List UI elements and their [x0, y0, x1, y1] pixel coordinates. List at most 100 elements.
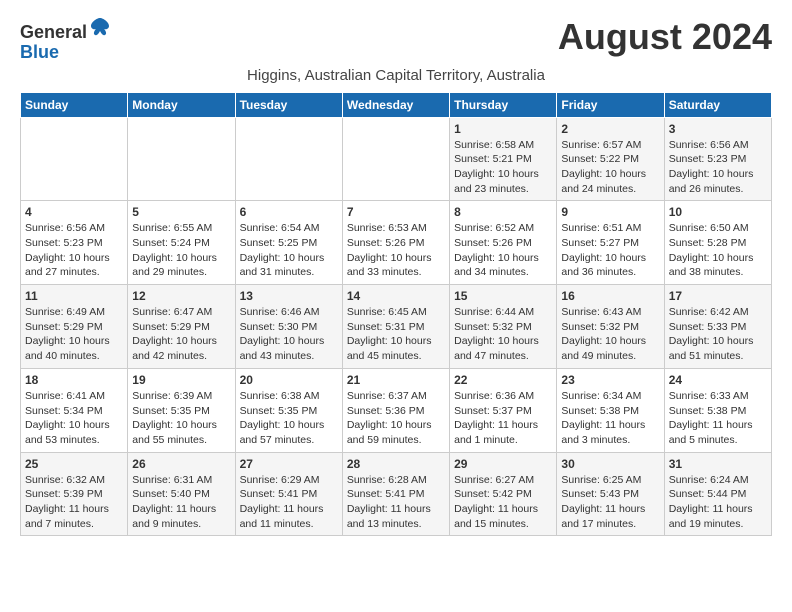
logo: General Blue [20, 16, 111, 63]
calendar-cell: 13 Sunrise: 6:46 AM Sunset: 5:30 PM Dayli… [235, 285, 342, 369]
day-number: 20 [240, 373, 338, 387]
day-info: Sunrise: 6:38 AM Sunset: 5:35 PM Dayligh… [240, 389, 338, 448]
calendar-cell: 7 Sunrise: 6:53 AM Sunset: 5:26 PM Daylig… [342, 201, 449, 285]
column-header-wednesday: Wednesday [342, 92, 449, 117]
calendar-cell: 22 Sunrise: 6:36 AM Sunset: 5:37 PM Dayli… [450, 368, 557, 452]
day-number: 31 [669, 457, 767, 471]
day-info: Sunrise: 6:43 AM Sunset: 5:32 PM Dayligh… [561, 305, 659, 364]
calendar-cell: 21 Sunrise: 6:37 AM Sunset: 5:36 PM Dayli… [342, 368, 449, 452]
calendar-week-1: 1 Sunrise: 6:58 AM Sunset: 5:21 PM Daylig… [21, 117, 772, 201]
day-info: Sunrise: 6:33 AM Sunset: 5:38 PM Dayligh… [669, 389, 767, 448]
calendar-cell: 25Sunrise: 6:32 AM Sunset: 5:39 PM Dayli… [21, 452, 128, 536]
day-info: Sunrise: 6:49 AM Sunset: 5:29 PM Dayligh… [25, 305, 123, 364]
calendar-cell: 9 Sunrise: 6:51 AM Sunset: 5:27 PM Daylig… [557, 201, 664, 285]
day-number: 11 [25, 289, 123, 303]
day-info: Sunrise: 6:54 AM Sunset: 5:25 PM Dayligh… [240, 221, 338, 280]
day-number: 14 [347, 289, 445, 303]
day-info: Sunrise: 6:53 AM Sunset: 5:26 PM Dayligh… [347, 221, 445, 280]
calendar-cell: 18 Sunrise: 6:41 AM Sunset: 5:34 PM Dayli… [21, 368, 128, 452]
day-info: Sunrise: 6:46 AM Sunset: 5:30 PM Dayligh… [240, 305, 338, 364]
day-info: Sunrise: 6:57 AM Sunset: 5:22 PM Dayligh… [561, 138, 659, 197]
day-info: Sunrise: 6:32 AM Sunset: 5:39 PM Dayligh… [25, 473, 123, 532]
calendar-cell: 4Sunrise: 6:56 AM Sunset: 5:23 PM Daylig… [21, 201, 128, 285]
calendar-cell: 2 Sunrise: 6:57 AM Sunset: 5:22 PM Daylig… [557, 117, 664, 201]
calendar-header: SundayMondayTuesdayWednesdayThursdayFrid… [21, 92, 772, 117]
day-info: Sunrise: 6:44 AM Sunset: 5:32 PM Dayligh… [454, 305, 552, 364]
calendar-week-4: 18 Sunrise: 6:41 AM Sunset: 5:34 PM Dayli… [21, 368, 772, 452]
day-number: 21 [347, 373, 445, 387]
column-header-friday: Friday [557, 92, 664, 117]
calendar-cell [128, 117, 235, 201]
column-header-tuesday: Tuesday [235, 92, 342, 117]
logo-general: General [20, 22, 87, 42]
day-number: 13 [240, 289, 338, 303]
column-header-thursday: Thursday [450, 92, 557, 117]
day-info: Sunrise: 6:50 AM Sunset: 5:28 PM Dayligh… [669, 221, 767, 280]
location-subtitle: Higgins, Australian Capital Territory, A… [20, 67, 772, 84]
calendar-cell: 17Sunrise: 6:42 AM Sunset: 5:33 PM Dayli… [664, 285, 771, 369]
day-number: 16 [561, 289, 659, 303]
day-info: Sunrise: 6:58 AM Sunset: 5:21 PM Dayligh… [454, 138, 552, 197]
day-info: Sunrise: 6:45 AM Sunset: 5:31 PM Dayligh… [347, 305, 445, 364]
calendar-body: 1 Sunrise: 6:58 AM Sunset: 5:21 PM Daylig… [21, 117, 772, 536]
calendar-cell [21, 117, 128, 201]
logo-bird-icon [89, 16, 111, 38]
calendar-cell: 1 Sunrise: 6:58 AM Sunset: 5:21 PM Daylig… [450, 117, 557, 201]
page-header: General Blue August 2024 [20, 16, 772, 63]
day-number: 23 [561, 373, 659, 387]
day-number: 8 [454, 205, 552, 219]
calendar-cell: 11 Sunrise: 6:49 AM Sunset: 5:29 PM Dayli… [21, 285, 128, 369]
day-number: 29 [454, 457, 552, 471]
calendar-cell: 20 Sunrise: 6:38 AM Sunset: 5:35 PM Dayli… [235, 368, 342, 452]
day-number: 12 [132, 289, 230, 303]
calendar-week-3: 11 Sunrise: 6:49 AM Sunset: 5:29 PM Dayli… [21, 285, 772, 369]
day-number: 1 [454, 122, 552, 136]
day-number: 4 [25, 205, 123, 219]
calendar-cell: 14 Sunrise: 6:45 AM Sunset: 5:31 PM Dayli… [342, 285, 449, 369]
calendar-week-2: 4Sunrise: 6:56 AM Sunset: 5:23 PM Daylig… [21, 201, 772, 285]
day-info: Sunrise: 6:56 AM Sunset: 5:23 PM Dayligh… [669, 138, 767, 197]
calendar-cell: 6 Sunrise: 6:54 AM Sunset: 5:25 PM Daylig… [235, 201, 342, 285]
day-info: Sunrise: 6:39 AM Sunset: 5:35 PM Dayligh… [132, 389, 230, 448]
logo-text: General [20, 16, 111, 43]
day-number: 30 [561, 457, 659, 471]
day-info: Sunrise: 6:25 AM Sunset: 5:43 PM Dayligh… [561, 473, 659, 532]
day-number: 24 [669, 373, 767, 387]
day-info: Sunrise: 6:29 AM Sunset: 5:41 PM Dayligh… [240, 473, 338, 532]
day-number: 15 [454, 289, 552, 303]
calendar-cell: 19 Sunrise: 6:39 AM Sunset: 5:35 PM Dayli… [128, 368, 235, 452]
calendar-cell: 26Sunrise: 6:31 AM Sunset: 5:40 PM Dayli… [128, 452, 235, 536]
calendar-table: SundayMondayTuesdayWednesdayThursdayFrid… [20, 92, 772, 537]
day-info: Sunrise: 6:37 AM Sunset: 5:36 PM Dayligh… [347, 389, 445, 448]
day-info: Sunrise: 6:41 AM Sunset: 5:34 PM Dayligh… [25, 389, 123, 448]
calendar-cell: 8Sunrise: 6:52 AM Sunset: 5:26 PM Daylig… [450, 201, 557, 285]
day-number: 18 [25, 373, 123, 387]
day-number: 19 [132, 373, 230, 387]
day-number: 17 [669, 289, 767, 303]
calendar-cell: 24 Sunrise: 6:33 AM Sunset: 5:38 PM Dayli… [664, 368, 771, 452]
day-number: 9 [561, 205, 659, 219]
calendar-cell: 30 Sunrise: 6:25 AM Sunset: 5:43 PM Dayli… [557, 452, 664, 536]
day-info: Sunrise: 6:51 AM Sunset: 5:27 PM Dayligh… [561, 221, 659, 280]
day-number: 22 [454, 373, 552, 387]
calendar-cell: 23 Sunrise: 6:34 AM Sunset: 5:38 PM Dayli… [557, 368, 664, 452]
day-number: 2 [561, 122, 659, 136]
day-number: 10 [669, 205, 767, 219]
column-header-sunday: Sunday [21, 92, 128, 117]
day-number: 26 [132, 457, 230, 471]
calendar-cell: 16 Sunrise: 6:43 AM Sunset: 5:32 PM Dayli… [557, 285, 664, 369]
calendar-cell: 31 Sunrise: 6:24 AM Sunset: 5:44 PM Dayli… [664, 452, 771, 536]
day-info: Sunrise: 6:47 AM Sunset: 5:29 PM Dayligh… [132, 305, 230, 364]
day-info: Sunrise: 6:24 AM Sunset: 5:44 PM Dayligh… [669, 473, 767, 532]
day-number: 7 [347, 205, 445, 219]
calendar-cell [342, 117, 449, 201]
column-header-saturday: Saturday [664, 92, 771, 117]
day-info: Sunrise: 6:28 AM Sunset: 5:41 PM Dayligh… [347, 473, 445, 532]
day-number: 6 [240, 205, 338, 219]
month-title: August 2024 [558, 16, 772, 58]
day-info: Sunrise: 6:34 AM Sunset: 5:38 PM Dayligh… [561, 389, 659, 448]
day-info: Sunrise: 6:36 AM Sunset: 5:37 PM Dayligh… [454, 389, 552, 448]
calendar-cell: 10 Sunrise: 6:50 AM Sunset: 5:28 PM Dayli… [664, 201, 771, 285]
day-number: 28 [347, 457, 445, 471]
logo-blue: Blue [20, 42, 59, 62]
